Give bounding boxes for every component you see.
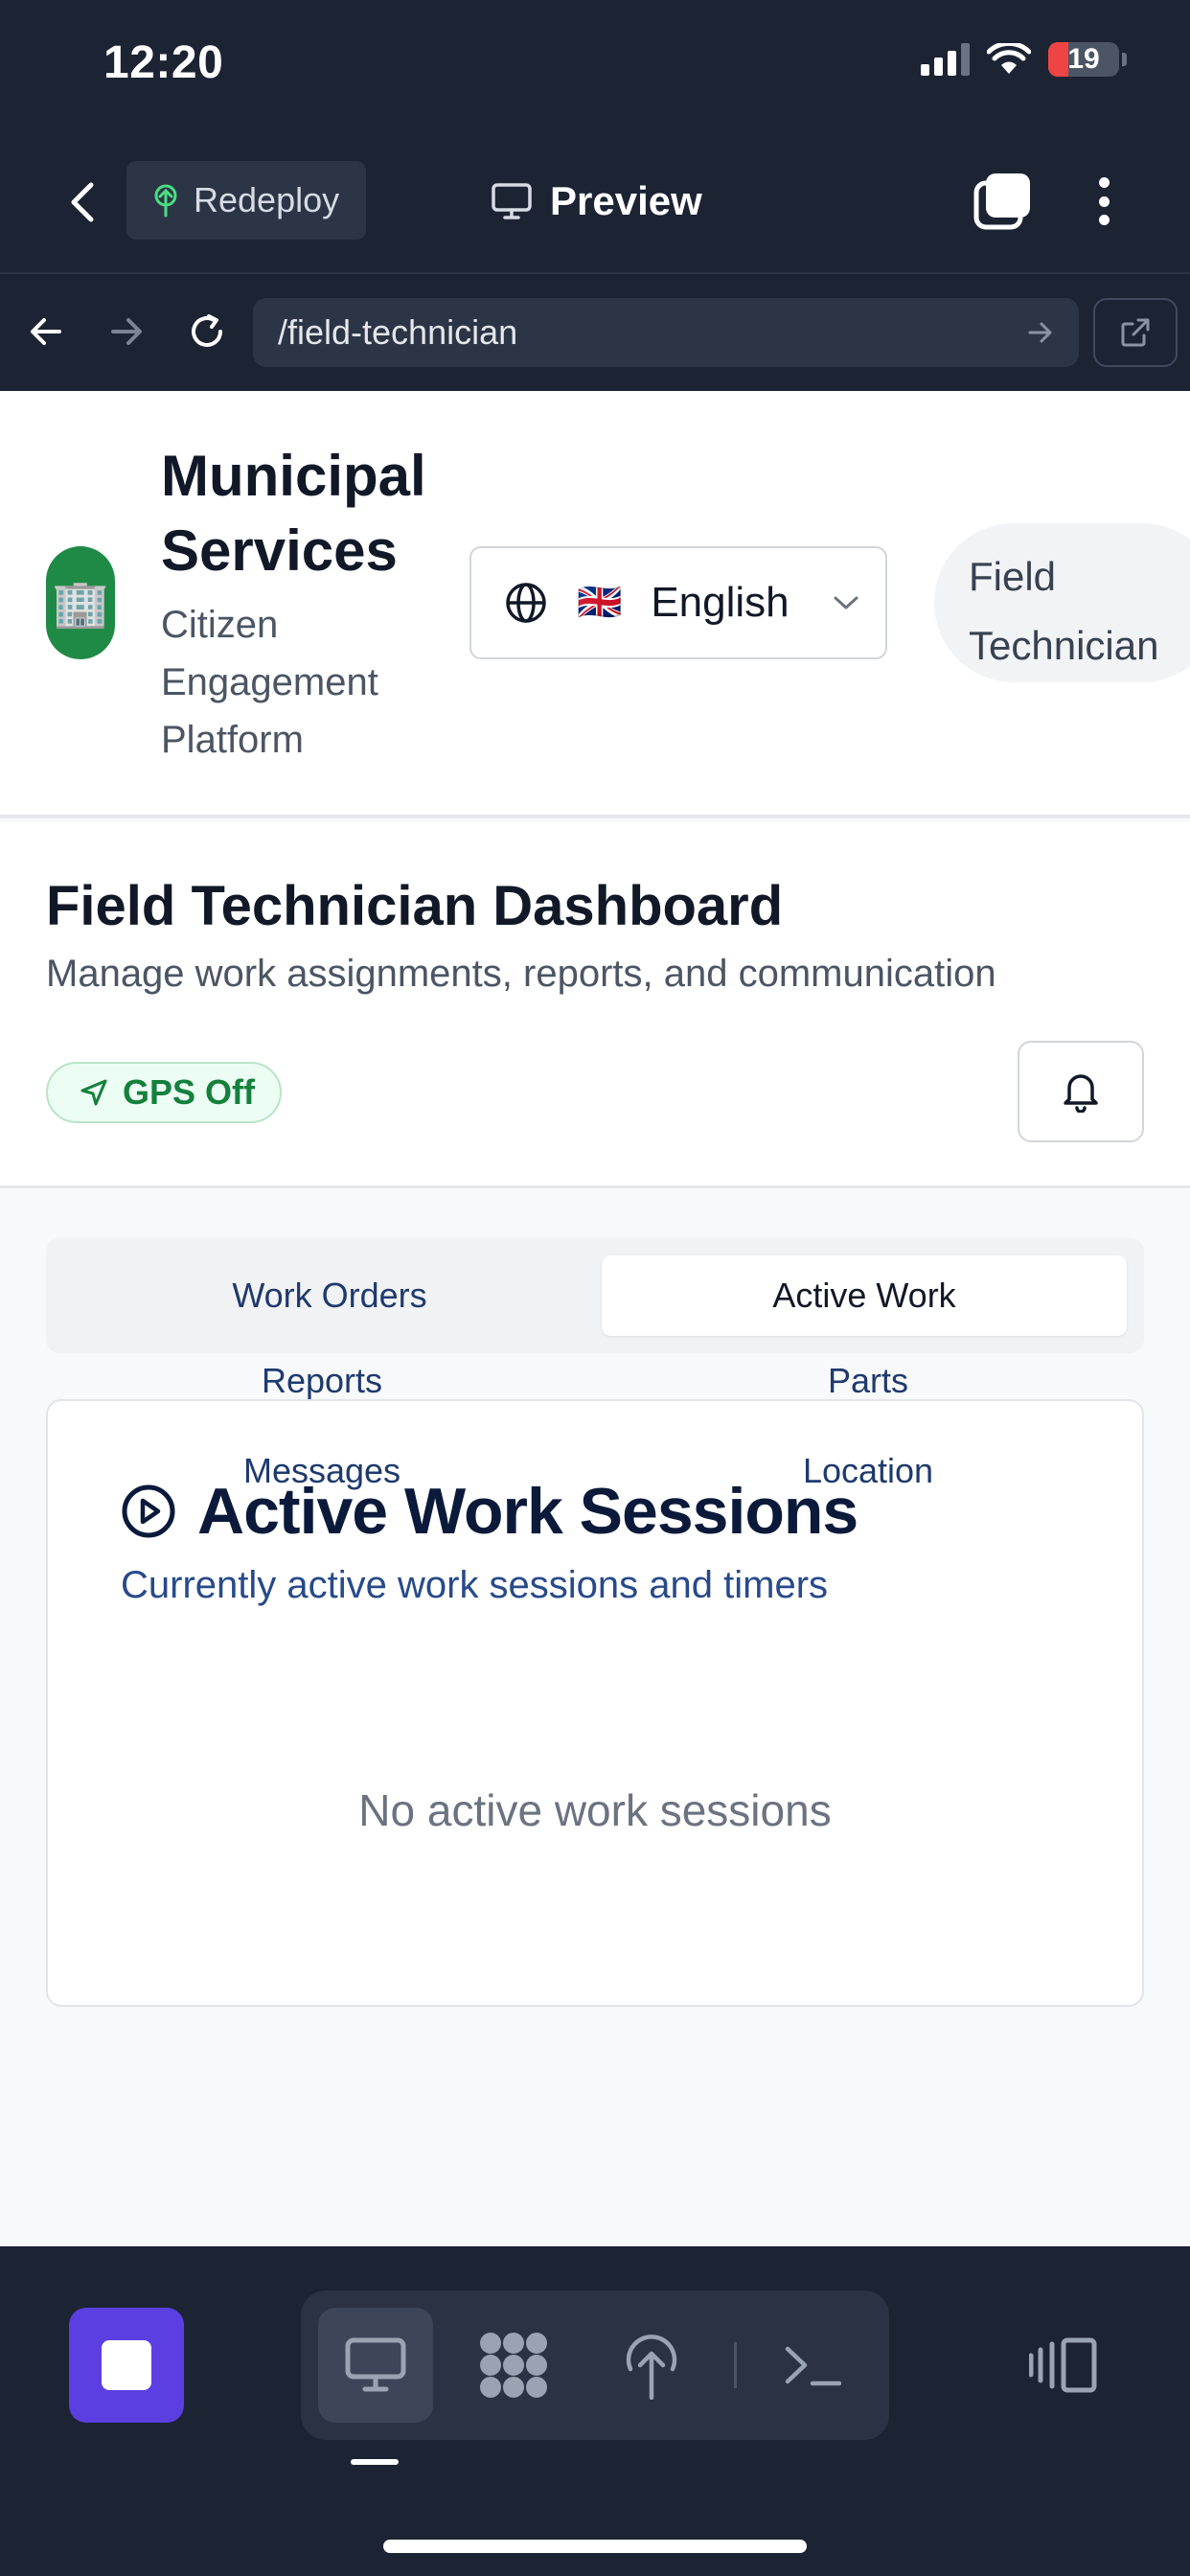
tabs-icon <box>973 173 1030 230</box>
back-button[interactable] <box>56 175 109 229</box>
deploy-view-button[interactable] <box>594 2308 709 2423</box>
bottom-toolbar <box>0 2246 1190 2576</box>
toolbar-divider <box>734 2342 737 2388</box>
tab-active-work[interactable]: Active Work <box>602 1255 1127 1336</box>
brand-title: Municipal Services <box>161 444 426 583</box>
go-arrow-icon[interactable] <box>1027 320 1054 345</box>
globe-icon <box>506 583 546 623</box>
chevron-down-icon <box>834 596 858 610</box>
language-selector[interactable]: 🇬🇧 English <box>469 546 887 659</box>
card-subtitle: Currently active work sessions and timer… <box>121 1564 829 1606</box>
terminal-view-button[interactable] <box>755 2308 870 2423</box>
app-header: 🏢 Municipal Services Citizen Engagement … <box>0 391 1190 818</box>
uk-flag-icon: 🇬🇧 <box>577 583 623 623</box>
empty-state-text: No active work sessions <box>358 1785 832 1835</box>
preview-title[interactable]: Preview <box>491 170 702 233</box>
reload-button[interactable] <box>180 305 234 358</box>
panel-icon <box>1029 2337 1097 2393</box>
wifi-icon <box>987 43 1031 74</box>
chrome-divider <box>0 272 1190 274</box>
home-indicator <box>383 2540 807 2553</box>
page-subtitle: Manage work assignments, reports, and co… <box>46 953 996 995</box>
browser-forward-button[interactable] <box>100 305 153 358</box>
terminal-icon <box>785 2346 841 2386</box>
tabs-list: Work Orders Active Work <box>46 1238 1144 1353</box>
building-logo-icon: 🏢 <box>46 546 115 659</box>
active-view-indicator <box>351 2459 399 2465</box>
language-label: English <box>651 579 790 626</box>
preview-label: Preview <box>550 178 702 223</box>
notifications-button[interactable] <box>1018 1041 1144 1142</box>
dashboard-header: Field Technician Dashboard Manage work a… <box>0 822 1190 1188</box>
reload-icon <box>192 314 222 347</box>
signal-icon <box>921 43 970 76</box>
arrow-left-icon <box>31 318 61 345</box>
browser-back-button[interactable] <box>19 305 73 358</box>
more-menu-button[interactable] <box>1083 172 1125 231</box>
chevron-left-icon <box>71 182 94 222</box>
bell-icon <box>1064 1074 1098 1113</box>
battery-level: 19 <box>1067 43 1100 75</box>
panel-toggle-button[interactable] <box>1021 2308 1106 2423</box>
navigation-icon <box>80 1079 107 1106</box>
redeploy-button[interactable]: Redeploy <box>126 161 367 240</box>
external-link-icon <box>1121 318 1150 347</box>
battery-icon: 19 <box>1048 42 1127 77</box>
grid-icon <box>480 2333 547 2398</box>
tab-messages[interactable]: Messages <box>46 1451 598 1491</box>
brand-subtitle: Citizen Engagement Platform <box>161 604 378 761</box>
deploy-icon <box>154 184 177 218</box>
monitor-icon <box>345 2337 406 2392</box>
browser-chrome: 12:20 19 Redeploy Preview /field-technic… <box>0 0 1190 391</box>
deploy-icon <box>626 2334 677 2400</box>
stop-icon <box>102 2340 151 2390</box>
status-time: 12:20 <box>103 37 224 88</box>
stop-button[interactable] <box>69 2308 184 2423</box>
tab-reports[interactable]: Reports <box>46 1361 598 1401</box>
monitor-icon <box>492 183 532 219</box>
redeploy-label: Redeploy <box>194 180 340 219</box>
role-badge: Field Technician <box>934 523 1190 682</box>
open-external-button[interactable] <box>1093 298 1178 367</box>
grid-view-button[interactable] <box>456 2308 571 2423</box>
status-icons: 19 <box>921 42 1127 77</box>
tab-work-orders[interactable]: Work Orders <box>63 1255 596 1336</box>
arrow-right-icon <box>111 318 142 345</box>
tabs-overflow-row: Messages Location <box>46 1451 1144 1499</box>
tab-parts[interactable]: Parts <box>592 1361 1144 1401</box>
url-text: /field-technician <box>278 312 518 352</box>
tab-location[interactable]: Location <box>592 1451 1144 1491</box>
url-input[interactable]: /field-technician <box>253 298 1079 367</box>
gps-status-label: GPS Off <box>123 1072 256 1112</box>
gps-status-badge: GPS Off <box>46 1062 283 1123</box>
tabs-switcher-button[interactable] <box>973 172 1032 231</box>
page-title: Field Technician Dashboard <box>46 875 784 937</box>
view-switcher <box>301 2290 889 2440</box>
preview-view-button[interactable] <box>318 2308 433 2423</box>
brand: Municipal Services Citizen Engagement Pl… <box>161 439 448 769</box>
